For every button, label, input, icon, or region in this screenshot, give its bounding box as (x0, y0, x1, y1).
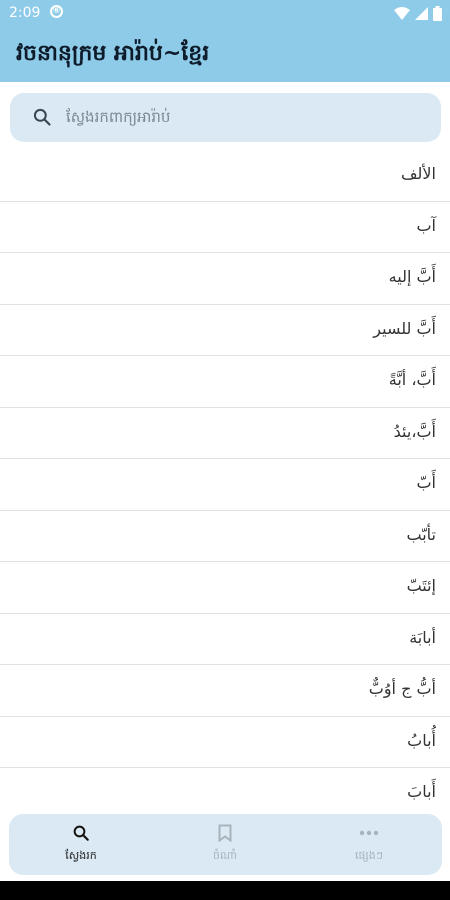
list-item[interactable]: أَبَّ إليه (0, 253, 450, 305)
list-item[interactable]: الألف (0, 150, 450, 202)
list-item[interactable]: أَبّ (0, 459, 450, 511)
word-text: أُبابُ (407, 730, 436, 750)
app-bar: វចនានុក្រម អារ៉ាប់~ខ្មែរ (0, 26, 450, 82)
nav-bookmarks-label: ចំណាំ (213, 849, 237, 862)
list-item[interactable]: أَبابَ (0, 768, 450, 810)
word-text: أَبابَ (407, 782, 436, 801)
word-text: أَبّ (416, 473, 436, 492)
word-text: أبُّ ج أوُبٌّ (368, 679, 436, 698)
list-item[interactable]: أبابَة (0, 614, 450, 665)
list-item[interactable]: أَبَّ، أبَّةً (0, 356, 450, 408)
notification-icon: ⑥ (50, 5, 63, 18)
nav-bookmarks[interactable]: ចំណាំ (153, 820, 297, 870)
word-text: الألف (400, 164, 436, 183)
word-text: أَبَّ إليه (388, 267, 436, 286)
status-icons (394, 6, 442, 21)
nav-more[interactable]: ផ្សេងៗ (297, 820, 441, 870)
signal-icon (415, 7, 428, 20)
word-text: آب (416, 215, 436, 235)
word-text: أَبَّ، أبَّةً (388, 370, 436, 389)
status-time: 2:09 (9, 5, 41, 21)
word-text: إئتَبّ (406, 576, 436, 595)
search-icon (33, 108, 51, 126)
list-item[interactable]: أُبابُ (0, 717, 450, 768)
nav-more-label: ផ្សេងៗ (355, 849, 383, 862)
word-list: الألف آب أَبَّ إليه أَبَّ للسير أَبَّ، أ… (0, 150, 450, 810)
word-text: أَبَّ،يئدُ (393, 421, 436, 441)
wifi-icon (394, 7, 410, 20)
search-bar[interactable]: ស្វែងរកពាក្យអារ៉ាប់ (10, 93, 441, 142)
nav-search[interactable]: ស្វែងរក (9, 820, 153, 870)
system-navigation-bar (0, 881, 450, 900)
search-icon (73, 825, 89, 841)
bookmark-icon (218, 824, 232, 842)
app-title: វចនានុក្រម អារ៉ាប់~ខ្មែរ (16, 41, 210, 66)
more-horizontal-icon (359, 830, 379, 836)
battery-icon (433, 6, 442, 21)
status-bar: 2:09 ⑥ (0, 0, 450, 26)
bottom-navigation: ស្វែងរក ចំណាំ ផ្សេងៗ (9, 814, 442, 875)
list-item[interactable]: أَبَّ للسير (0, 305, 450, 356)
word-text: أبابَة (409, 627, 436, 647)
list-item[interactable]: إئتَبّ (0, 562, 450, 614)
word-text: تأبّب (406, 524, 437, 544)
list-item[interactable]: آب (0, 202, 450, 253)
list-item[interactable]: أَبَّ،يئدُ (0, 408, 450, 459)
nav-search-label: ស្វែងរក (65, 849, 97, 862)
word-text: أَبَّ للسير (373, 318, 436, 338)
list-item[interactable]: أبُّ ج أوُبٌّ (0, 665, 450, 717)
list-item[interactable]: تأبّب (0, 511, 450, 562)
search-placeholder[interactable]: ស្វែងរកពាក្យអារ៉ាប់ (66, 108, 170, 130)
